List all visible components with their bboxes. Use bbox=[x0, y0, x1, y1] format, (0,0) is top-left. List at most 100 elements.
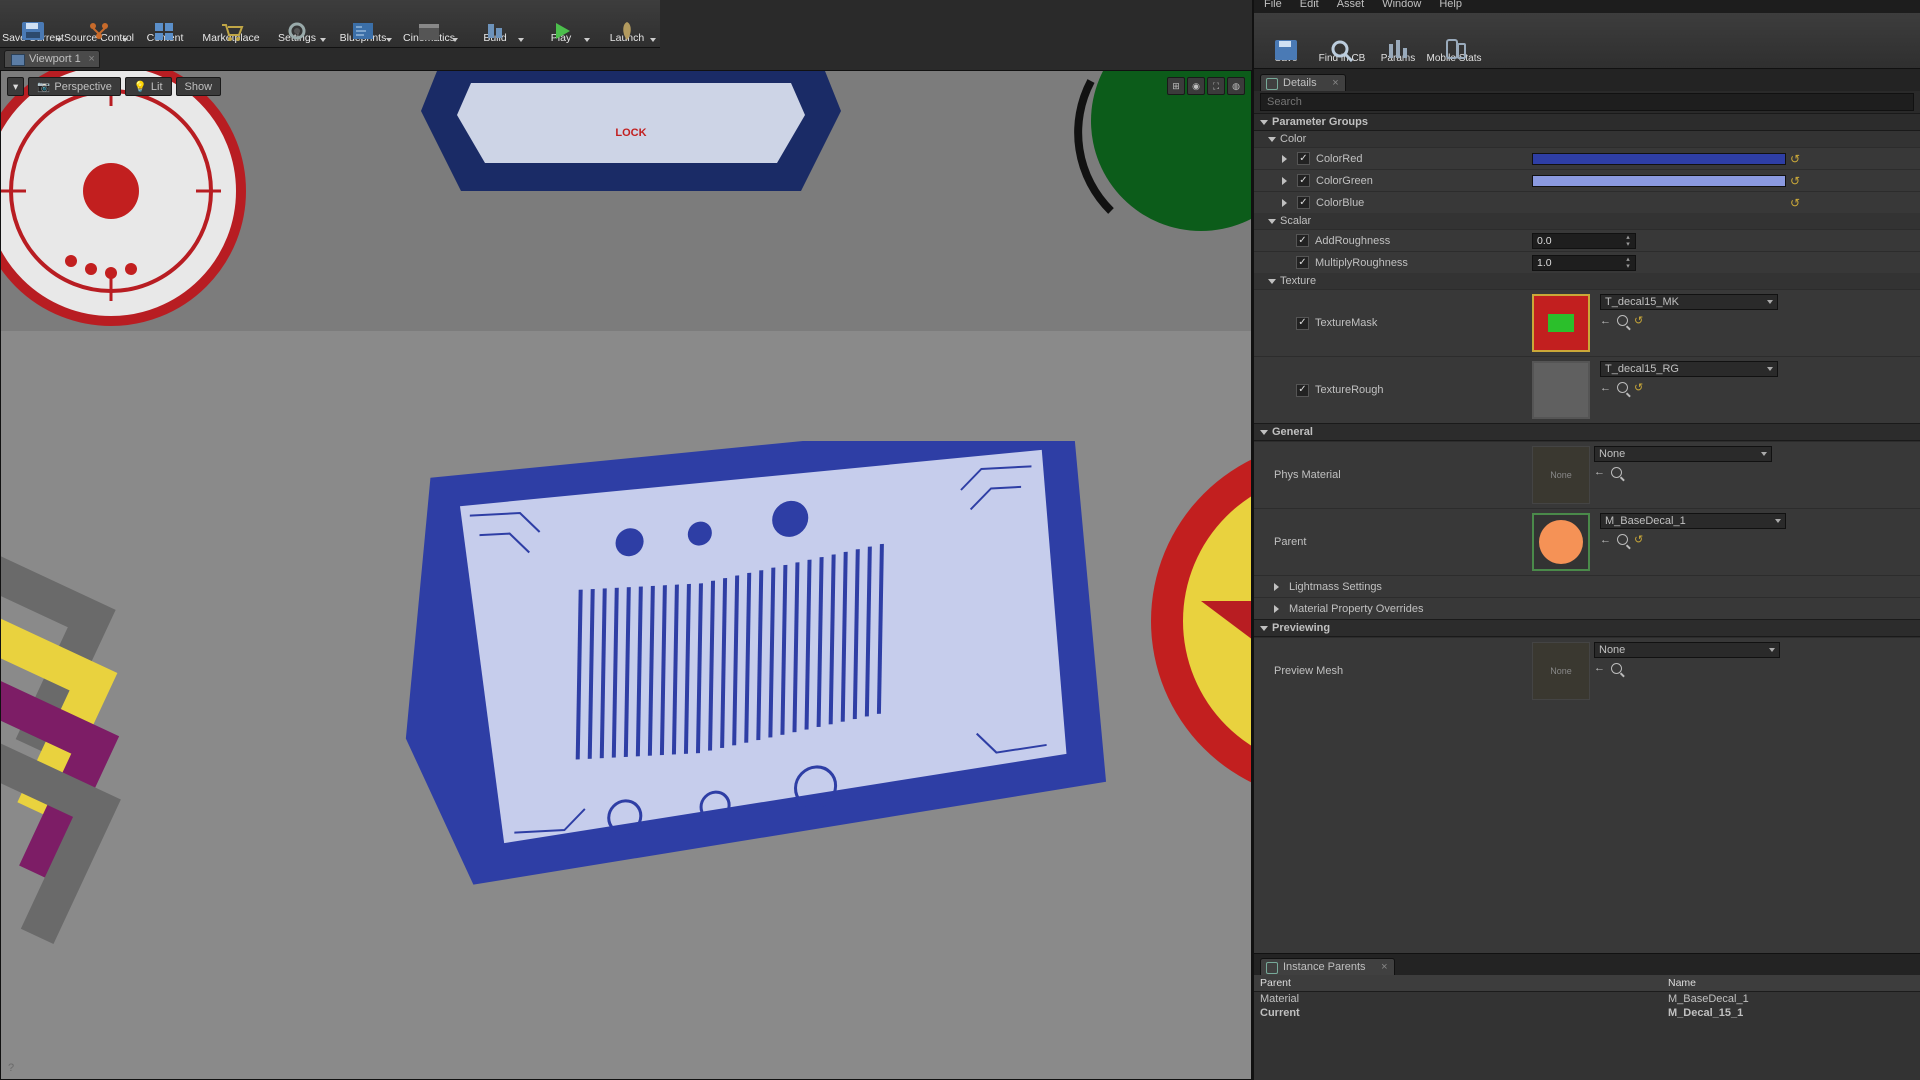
browse-icon[interactable] bbox=[1617, 382, 1628, 393]
play-button[interactable]: Play bbox=[528, 0, 594, 47]
table-row[interactable]: Material M_BaseDecal_1 bbox=[1254, 992, 1920, 1006]
mobile-stats-button[interactable]: Mobile Stats bbox=[1426, 13, 1482, 68]
section-general[interactable]: General bbox=[1254, 423, 1920, 441]
category-color[interactable]: Color bbox=[1254, 131, 1920, 147]
content-button[interactable]: Content bbox=[132, 0, 198, 47]
perspective-button[interactable]: 📷 Perspective bbox=[28, 77, 121, 96]
checkbox[interactable] bbox=[1297, 196, 1310, 209]
editor-menu: File Edit Asset Window Help bbox=[1254, 0, 1920, 13]
number-input[interactable]: ▴▾ bbox=[1532, 233, 1636, 249]
category-texture[interactable]: Texture bbox=[1254, 273, 1920, 289]
reset-icon[interactable]: ↺ bbox=[1634, 533, 1643, 546]
table-row[interactable]: Current M_Decal_15_1 bbox=[1254, 1006, 1920, 1020]
vp-expand-icon[interactable]: ⛶ bbox=[1207, 77, 1225, 95]
expand-icon[interactable] bbox=[1282, 155, 1291, 163]
viewport-menu-button[interactable]: ▾ bbox=[7, 77, 24, 96]
texture-thumbnail[interactable] bbox=[1532, 294, 1590, 352]
vp-sphere-icon[interactable]: ◉ bbox=[1187, 77, 1205, 95]
close-icon[interactable]: × bbox=[88, 53, 94, 65]
asset-combo[interactable]: T_decal15_MK bbox=[1600, 294, 1778, 310]
checkbox[interactable] bbox=[1296, 256, 1309, 269]
checkbox[interactable] bbox=[1297, 174, 1310, 187]
reset-icon[interactable]: ↺ bbox=[1790, 152, 1800, 166]
menu-window[interactable]: Window bbox=[1382, 0, 1421, 10]
use-arrow-icon[interactable]: ← bbox=[1600, 382, 1611, 394]
reset-icon[interactable]: ↺ bbox=[1634, 314, 1643, 327]
show-button[interactable]: Show bbox=[176, 77, 222, 96]
asset-thumbnail[interactable]: None bbox=[1532, 642, 1590, 700]
save-button[interactable]: Save bbox=[1258, 13, 1314, 68]
browse-icon[interactable] bbox=[1611, 663, 1622, 674]
asset-thumbnail[interactable] bbox=[1532, 513, 1590, 571]
asset-combo[interactable]: T_decal15_RG bbox=[1600, 361, 1778, 377]
viewport-scene: LOCK bbox=[1, 71, 1251, 1079]
marketplace-button[interactable]: Marketplace bbox=[198, 0, 264, 47]
section-previewing[interactable]: Previewing bbox=[1254, 619, 1920, 637]
cell: M_BaseDecal_1 bbox=[1668, 993, 1749, 1005]
blueprints-button[interactable]: Blueprints bbox=[330, 0, 396, 47]
save-current-button[interactable]: Save Current bbox=[0, 0, 66, 47]
row-material-overrides[interactable]: Material Property Overrides bbox=[1254, 597, 1920, 619]
category-scalar[interactable]: Scalar bbox=[1254, 213, 1920, 229]
browse-icon[interactable] bbox=[1611, 467, 1622, 478]
vp-grid-icon[interactable]: ⊞ bbox=[1167, 77, 1185, 95]
asset-combo[interactable]: M_BaseDecal_1 bbox=[1600, 513, 1786, 529]
color-swatch[interactable] bbox=[1532, 153, 1786, 165]
source-control-button[interactable]: Source Control bbox=[66, 0, 132, 47]
instance-parents-tabbar: Instance Parents × bbox=[1254, 953, 1920, 975]
menu-file[interactable]: File bbox=[1264, 0, 1282, 10]
details-tab[interactable]: Details × bbox=[1260, 74, 1346, 91]
checkbox[interactable] bbox=[1296, 384, 1309, 397]
checkbox[interactable] bbox=[1296, 317, 1309, 330]
viewport-tab[interactable]: Viewport 1 × bbox=[4, 50, 100, 68]
viewport[interactable]: LOCK bbox=[0, 70, 1252, 1080]
section-parameter-groups[interactable]: Parameter Groups bbox=[1254, 113, 1920, 131]
asset-combo[interactable]: None bbox=[1594, 642, 1780, 658]
instance-parents-tab[interactable]: Instance Parents × bbox=[1260, 958, 1395, 975]
number-input[interactable]: ▴▾ bbox=[1532, 255, 1636, 271]
magnifier-icon bbox=[1329, 38, 1355, 62]
reset-icon[interactable]: ↺ bbox=[1790, 174, 1800, 188]
close-icon[interactable]: × bbox=[1381, 961, 1387, 973]
menu-edit[interactable]: Edit bbox=[1300, 0, 1319, 10]
play-icon bbox=[548, 20, 574, 42]
use-arrow-icon[interactable]: ← bbox=[1600, 315, 1611, 327]
vp-globe-icon[interactable]: ◍ bbox=[1227, 77, 1245, 95]
use-arrow-icon[interactable]: ← bbox=[1594, 466, 1605, 478]
find-in-cb-button[interactable]: Find in CB bbox=[1314, 13, 1370, 68]
param-label: MultiplyRoughness bbox=[1315, 257, 1408, 269]
color-swatch[interactable] bbox=[1532, 175, 1786, 187]
asset-thumbnail[interactable]: None bbox=[1532, 446, 1590, 504]
reset-icon[interactable]: ↺ bbox=[1634, 381, 1643, 394]
launch-button[interactable]: Launch bbox=[594, 0, 660, 47]
checkbox[interactable] bbox=[1297, 152, 1310, 165]
expand-icon[interactable] bbox=[1274, 605, 1283, 613]
browse-icon[interactable] bbox=[1617, 315, 1628, 326]
col-parent[interactable]: Parent bbox=[1254, 975, 1662, 991]
asset-combo[interactable]: None bbox=[1594, 446, 1772, 462]
search-input[interactable] bbox=[1260, 93, 1914, 111]
row-lightmass[interactable]: Lightmass Settings bbox=[1254, 575, 1920, 597]
expand-icon[interactable] bbox=[1282, 199, 1291, 207]
details-tab-label: Details bbox=[1283, 77, 1317, 89]
settings-button[interactable]: Settings bbox=[264, 0, 330, 47]
menu-help[interactable]: Help bbox=[1439, 0, 1462, 10]
checkbox[interactable] bbox=[1296, 234, 1309, 247]
lit-button[interactable]: 💡 Lit bbox=[125, 77, 172, 96]
build-button[interactable]: Build bbox=[462, 0, 528, 47]
use-arrow-icon[interactable]: ← bbox=[1594, 662, 1605, 674]
texture-thumbnail[interactable] bbox=[1532, 361, 1590, 419]
browse-icon[interactable] bbox=[1617, 534, 1628, 545]
reset-icon[interactable]: ↺ bbox=[1790, 196, 1800, 210]
param-label: Lightmass Settings bbox=[1289, 581, 1382, 593]
cinematics-button[interactable]: Cinematics bbox=[396, 0, 462, 47]
gear-icon bbox=[284, 20, 310, 42]
close-icon[interactable]: × bbox=[1332, 77, 1338, 89]
use-arrow-icon[interactable]: ← bbox=[1600, 534, 1611, 546]
params-button[interactable]: Params bbox=[1370, 13, 1426, 68]
expand-icon[interactable] bbox=[1282, 177, 1291, 185]
sliders-icon bbox=[1385, 38, 1411, 62]
menu-asset[interactable]: Asset bbox=[1337, 0, 1365, 10]
col-name[interactable]: Name bbox=[1662, 975, 1702, 991]
expand-icon[interactable] bbox=[1274, 583, 1283, 591]
